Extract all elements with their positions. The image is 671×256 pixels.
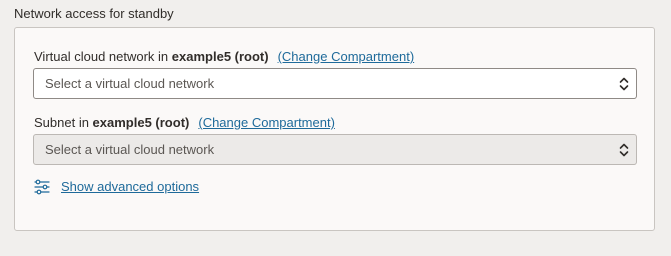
vcn-select-value: Select a virtual cloud network — [45, 76, 215, 91]
subnet-select[interactable]: Select a virtual cloud network — [33, 134, 637, 165]
section-title: Network access for standby — [14, 6, 174, 21]
subnet-compartment-name: example5 (root) — [92, 115, 190, 130]
subnet-label: Subnet in example5 (root) (Change Compart… — [34, 114, 335, 132]
chevron-up-down-icon — [619, 143, 629, 157]
vcn-label-prefix: Virtual cloud network in — [34, 49, 172, 64]
chevron-up-down-icon — [619, 77, 629, 91]
vcn-change-compartment-link[interactable]: (Change Compartment) — [278, 49, 415, 64]
subnet-change-compartment-link[interactable]: (Change Compartment) — [198, 115, 335, 130]
vcn-compartment-name: example5 (root) — [171, 49, 269, 64]
sliders-icon — [34, 179, 50, 195]
vcn-select[interactable]: Select a virtual cloud network — [33, 68, 637, 99]
show-advanced-options-toggle[interactable]: Show advanced options — [34, 178, 199, 196]
subnet-label-prefix: Subnet in — [34, 115, 93, 130]
network-access-panel: Virtual cloud network in example5 (root)… — [14, 27, 655, 231]
vcn-label: Virtual cloud network in example5 (root)… — [34, 48, 414, 66]
show-advanced-options-link[interactable]: Show advanced options — [61, 178, 199, 196]
subnet-select-value: Select a virtual cloud network — [45, 142, 215, 157]
